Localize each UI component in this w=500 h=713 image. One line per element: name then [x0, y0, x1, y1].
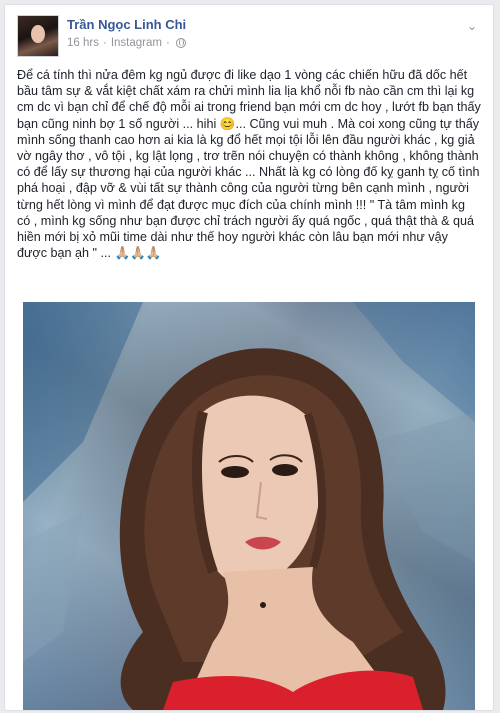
author-name[interactable]: Trần Ngọc Linh Chi: [67, 17, 186, 32]
post-text: Để cá tính thì nửa đêm kg ngủ được đi li…: [17, 68, 485, 261]
photo-illustration: [23, 302, 475, 710]
post-photo[interactable]: [23, 302, 475, 710]
avatar[interactable]: [17, 15, 59, 57]
avatar-face: [31, 25, 45, 43]
post-meta: 16 hrs · Instagram ·: [67, 37, 186, 49]
post-source[interactable]: Instagram: [111, 37, 162, 49]
globe-icon: [175, 38, 186, 48]
post-time[interactable]: 16 hrs: [67, 37, 99, 49]
post-header: Trần Ngọc Linh Chi 16 hrs · Instagram · …: [17, 15, 481, 59]
meta-separator: ·: [102, 37, 107, 49]
post-card: Trần Ngọc Linh Chi 16 hrs · Instagram · …: [4, 4, 494, 711]
meta-separator-2: ·: [165, 37, 170, 49]
chevron-down-icon[interactable]: ⌄: [465, 19, 479, 33]
